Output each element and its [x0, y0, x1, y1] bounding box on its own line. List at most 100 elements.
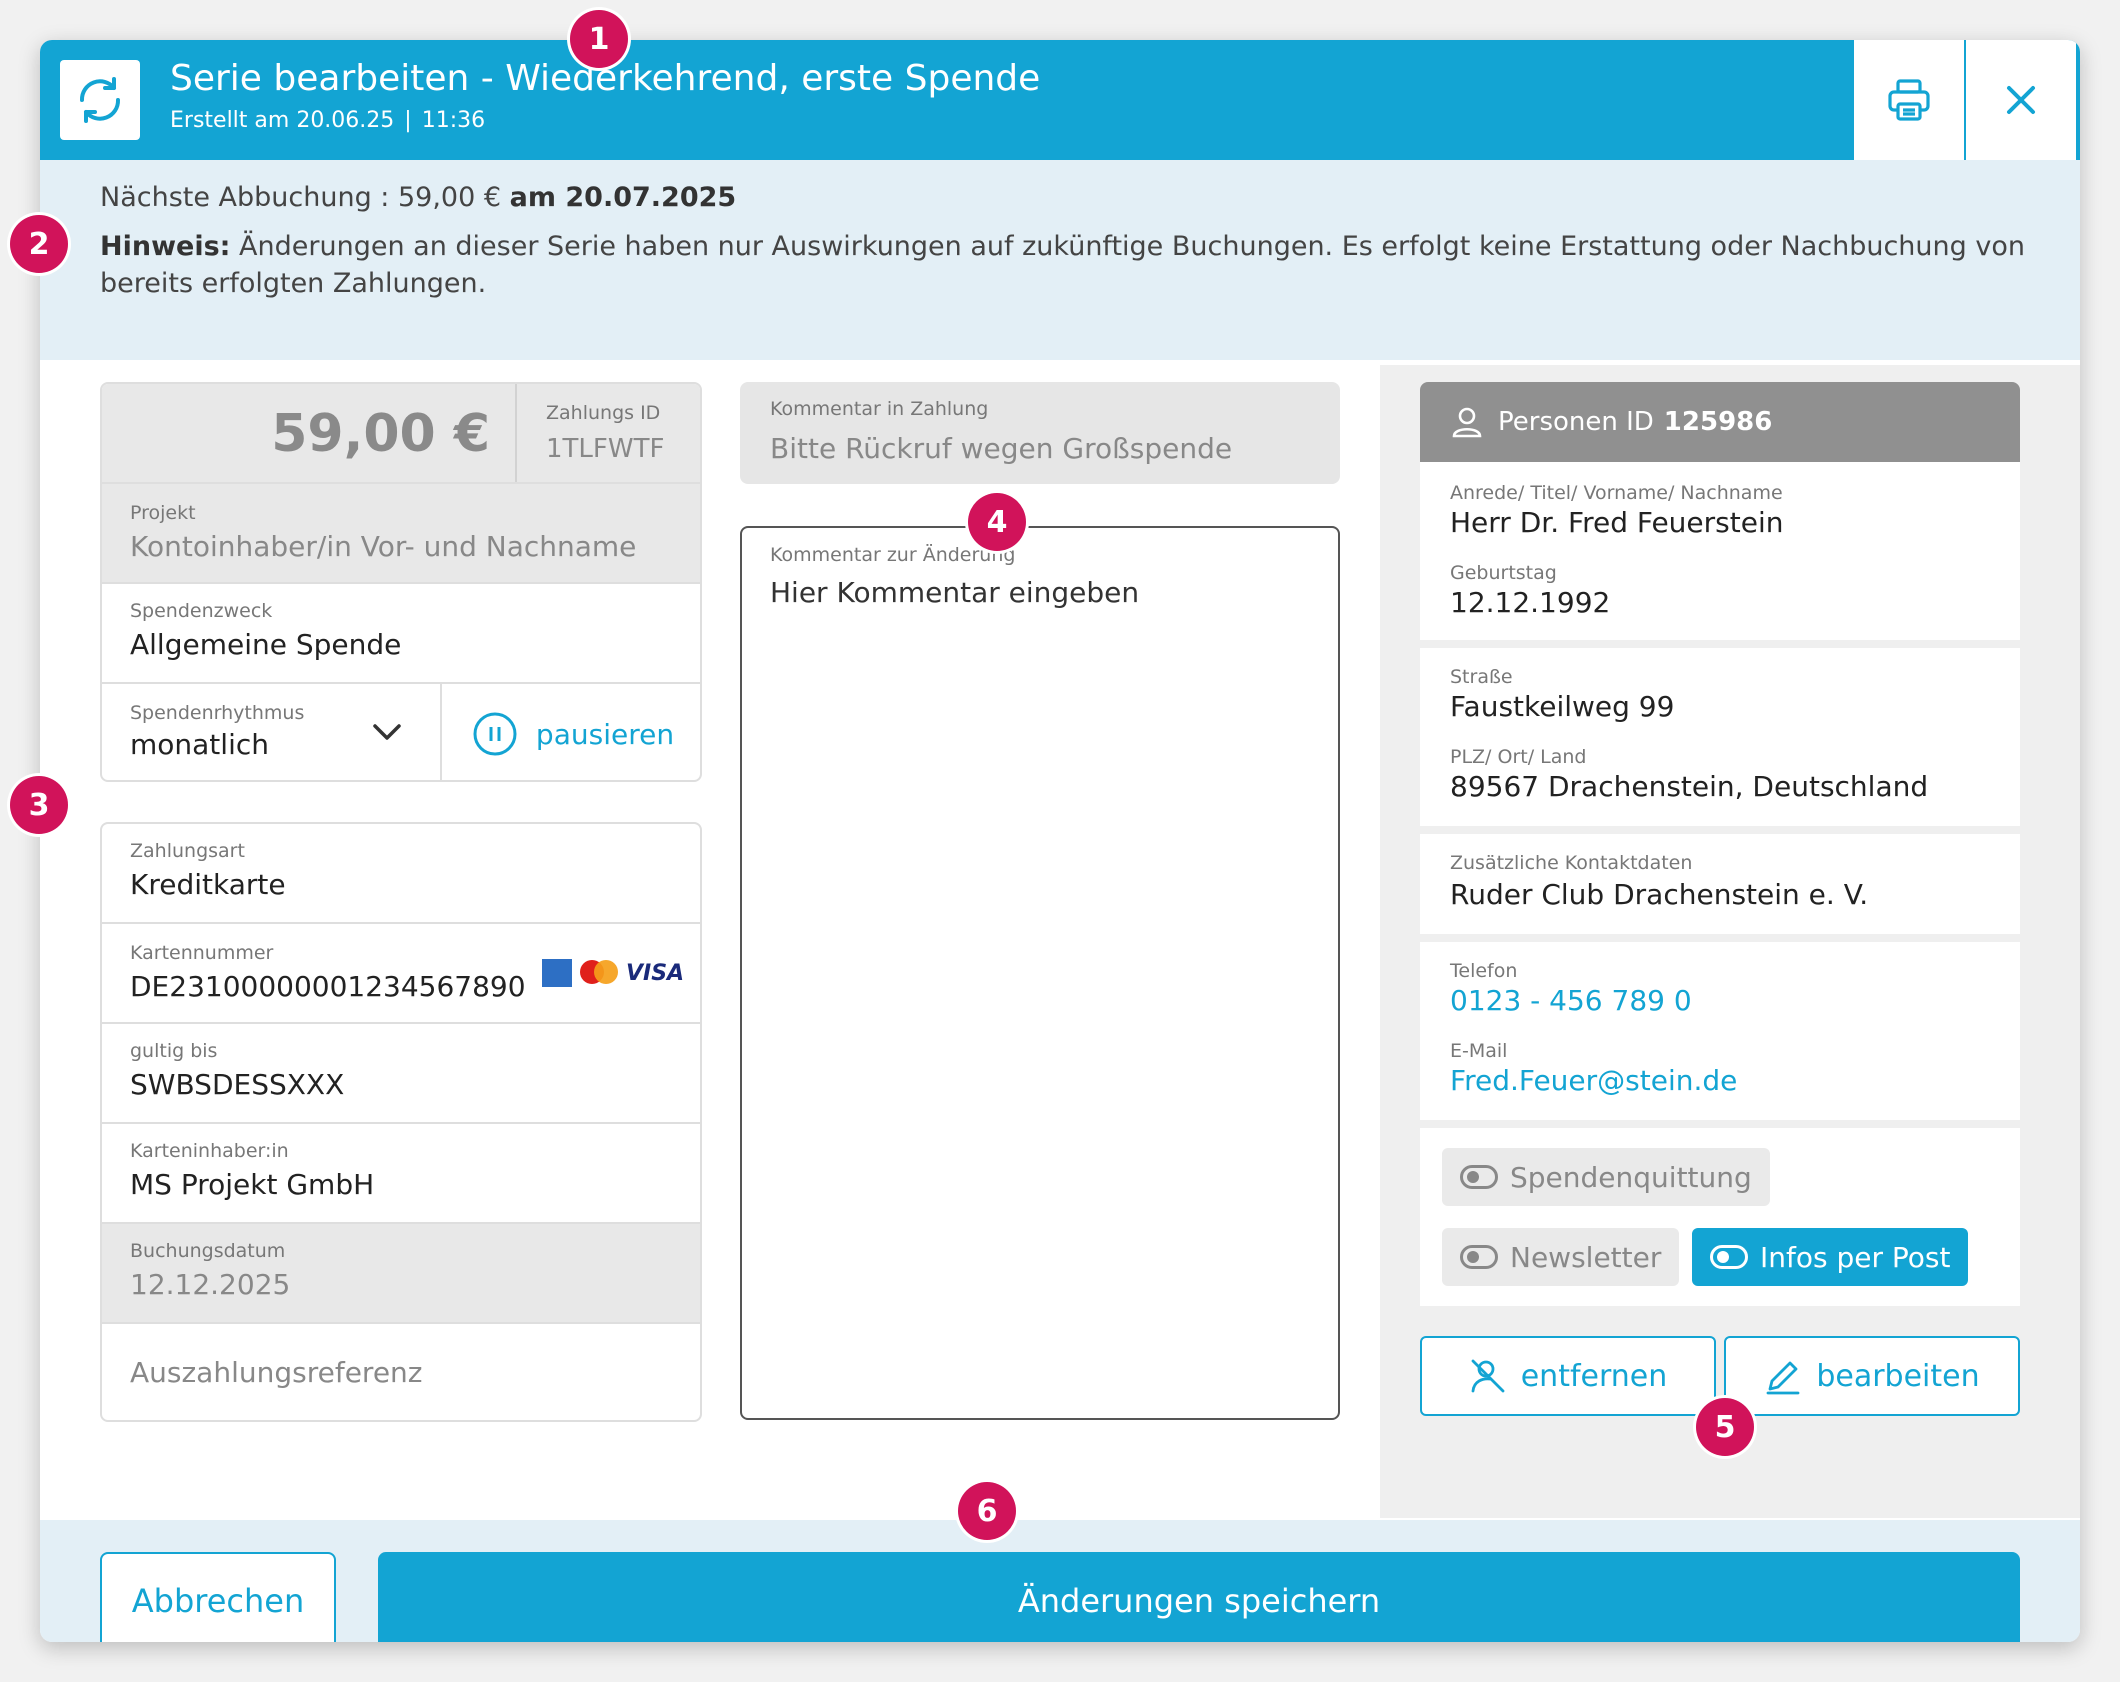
person-id-header: Personen ID 125986: [1420, 382, 2020, 462]
annotation-marker-6: 6: [958, 1482, 1016, 1540]
project-label: Projekt: [130, 502, 196, 524]
payment-type-label: Zahlungsart: [130, 840, 245, 862]
booking-date-label: Buchungsdatum: [130, 1240, 286, 1262]
created-info: Erstellt am 20.06.25 | 11:36: [170, 108, 485, 133]
valid-until-value: SWBSDESSXXX: [130, 1068, 345, 1101]
pause-label: pausieren: [535, 717, 675, 751]
created-time: 11:36: [421, 108, 486, 133]
card-number-label: Kartennummer: [130, 942, 274, 964]
booking-date-value: 12.12.2025: [130, 1268, 291, 1301]
card-holder-field[interactable]: Karteninhaber:in MS Projekt GmbH: [102, 1124, 700, 1224]
card-number-field[interactable]: Kartennummer DE23100000001234567890 VISA: [102, 924, 700, 1024]
change-comment-textarea[interactable]: Kommentar zur Änderung Hier Kommentar ei…: [740, 526, 1340, 1420]
pause-button[interactable]: pausieren: [444, 684, 700, 780]
city-label: PLZ/ Ort/ Land: [1450, 746, 1587, 768]
contact-card: Telefon 0123 - 456 789 0 E-Mail Fred.Feu…: [1420, 942, 2020, 1120]
annotation-marker-2: 2: [10, 215, 68, 273]
dialog-header: Serie bearbeiten - Wiederkehrend, erste …: [40, 40, 2080, 160]
payment-type-field[interactable]: Zahlungsart Kreditkarte: [102, 824, 700, 924]
extra-contact-card: Zusätzliche Kontaktdaten Ruder Club Drac…: [1420, 834, 2020, 934]
rhythm-select[interactable]: Spendenrhythmus monatlich: [102, 684, 442, 780]
toggle-on-icon: [1710, 1245, 1748, 1269]
hint-label: Hinweis:: [100, 231, 231, 262]
recurring-icon: [60, 60, 140, 140]
toggle-off-icon: [1460, 1245, 1498, 1269]
project-placeholder: Kontoinhaber/in Vor- und Nachname: [130, 530, 637, 563]
edit-person-button[interactable]: bearbeiten: [1724, 1336, 2020, 1416]
rhythm-row: Spendenrhythmus monatlich pausieren: [102, 684, 700, 780]
extra-contact-value: Ruder Club Drachenstein e. V.: [1450, 878, 1869, 911]
payment-method-card: Zahlungsart Kreditkarte Kartennummer DE2…: [100, 822, 702, 1422]
payment-comment-field: Kommentar in Zahlung Bitte Rückruf wegen…: [740, 382, 1340, 484]
street-value: Faustkeilweg 99: [1450, 690, 1675, 723]
payout-reference-field[interactable]: Auszahlungsreferenz: [102, 1324, 700, 1420]
created-date: Erstellt am 20.06.25: [170, 108, 395, 133]
newsletter-toggle-label: Newsletter: [1510, 1240, 1662, 1274]
created-separator: |: [404, 108, 412, 133]
payment-card: 59,00 € Zahlungs ID 1TLFWTF Projekt Kont…: [100, 382, 702, 782]
chevron-down-icon: [373, 724, 401, 740]
annotation-marker-3: 3: [10, 776, 68, 834]
payment-comment-label: Kommentar in Zahlung: [770, 398, 989, 420]
pause-icon: [473, 712, 517, 756]
card-holder-label: Karteninhaber:in: [130, 1140, 289, 1162]
city-value: 89567 Drachenstein, Deutschland: [1450, 770, 1929, 803]
valid-until-field[interactable]: gultig bis SWBSDESSXXX: [102, 1024, 700, 1124]
address-card: Straße Faustkeilweg 99 PLZ/ Ort/ Land 89…: [1420, 648, 2020, 826]
mastercard-icon: [580, 960, 618, 984]
phone-label: Telefon: [1450, 960, 1518, 982]
user-remove-icon: [1471, 1359, 1505, 1393]
hint-text: Hinweis: Änderungen an dieser Serie habe…: [100, 228, 2060, 302]
person-name-card: Anrede/ Titel/ Vorname/ Nachname Herr Dr…: [1420, 462, 2020, 640]
post-info-toggle[interactable]: Infos per Post: [1692, 1228, 1969, 1286]
purpose-field[interactable]: Spendenzweck Allgemeine Spende: [102, 584, 700, 684]
purpose-value: Allgemeine Spende: [130, 628, 402, 661]
phone-link[interactable]: 0123 - 456 789 0: [1450, 984, 1692, 1017]
annotation-marker-4: 4: [968, 493, 1026, 551]
rhythm-label: Spendenrhythmus: [130, 702, 305, 724]
payment-id-value: 1TLFWTF: [546, 434, 665, 464]
post-info-toggle-label: Infos per Post: [1760, 1240, 1951, 1274]
next-debit-date: am 20.07.2025: [509, 182, 737, 213]
user-icon: [1452, 407, 1482, 438]
payment-type-value: Kreditkarte: [130, 868, 286, 901]
save-changes-button[interactable]: Änderungen speichern: [378, 1552, 2020, 1642]
birthday-value: 12.12.1992: [1450, 586, 1611, 619]
next-debit: Nächste Abbuchung : 59,00 € am 20.07.202…: [100, 182, 736, 213]
receipt-toggle-label: Spendenquittung: [1510, 1160, 1752, 1194]
printer-icon: [1888, 79, 1930, 121]
visa-icon: VISA: [626, 960, 685, 986]
booking-date-field: Buchungsdatum 12.12.2025: [102, 1224, 700, 1324]
hint-body: Änderungen an dieser Serie haben nur Aus…: [100, 231, 2025, 299]
amount-value: 59,00 €: [271, 404, 490, 464]
amount-row: 59,00 € Zahlungs ID 1TLFWTF: [102, 384, 700, 484]
annotation-marker-1: 1: [570, 10, 628, 68]
close-icon: [2007, 86, 2035, 114]
person-id-label: Personen ID: [1498, 407, 1654, 437]
email-link[interactable]: Fred.Feuer@stein.de: [1450, 1064, 1737, 1097]
edit-person-label: bearbeiten: [1816, 1358, 1980, 1394]
name-value: Herr Dr. Fred Feuerstein: [1450, 506, 1784, 539]
amex-icon: [542, 959, 572, 987]
info-banner: Nächste Abbuchung : 59,00 € am 20.07.202…: [40, 160, 2080, 360]
rhythm-value: monatlich: [130, 728, 269, 761]
newsletter-toggle[interactable]: Newsletter: [1442, 1228, 1680, 1286]
valid-until-label: gultig bis: [130, 1040, 218, 1062]
purpose-label: Spendenzweck: [130, 600, 273, 622]
email-label: E-Mail: [1450, 1040, 1508, 1062]
payment-id-label: Zahlungs ID: [546, 402, 661, 424]
close-button[interactable]: [1966, 40, 2076, 160]
payment-comment-value: Bitte Rückruf wegen Großspende: [770, 432, 1233, 465]
remove-person-button[interactable]: entfernen: [1420, 1336, 1716, 1416]
preferences-card: Spendenquittung Newsletter Infos per Pos…: [1420, 1128, 2020, 1306]
cancel-button[interactable]: Abbrechen: [100, 1552, 336, 1642]
person-id-value: 125986: [1663, 407, 1773, 437]
receipt-toggle[interactable]: Spendenquittung: [1442, 1148, 1770, 1206]
print-button[interactable]: [1854, 40, 1964, 160]
project-field: Projekt Kontoinhaber/in Vor- und Nachnam…: [102, 484, 700, 584]
name-label: Anrede/ Titel/ Vorname/ Nachname: [1450, 482, 1783, 504]
dialog-footer: Abbrechen Änderungen speichern: [40, 1520, 2080, 1642]
edit-series-dialog: Serie bearbeiten - Wiederkehrend, erste …: [40, 40, 2080, 1642]
next-debit-amount: Nächste Abbuchung : 59,00 €: [100, 182, 502, 213]
extra-contact-label: Zusätzliche Kontaktdaten: [1450, 852, 1693, 874]
